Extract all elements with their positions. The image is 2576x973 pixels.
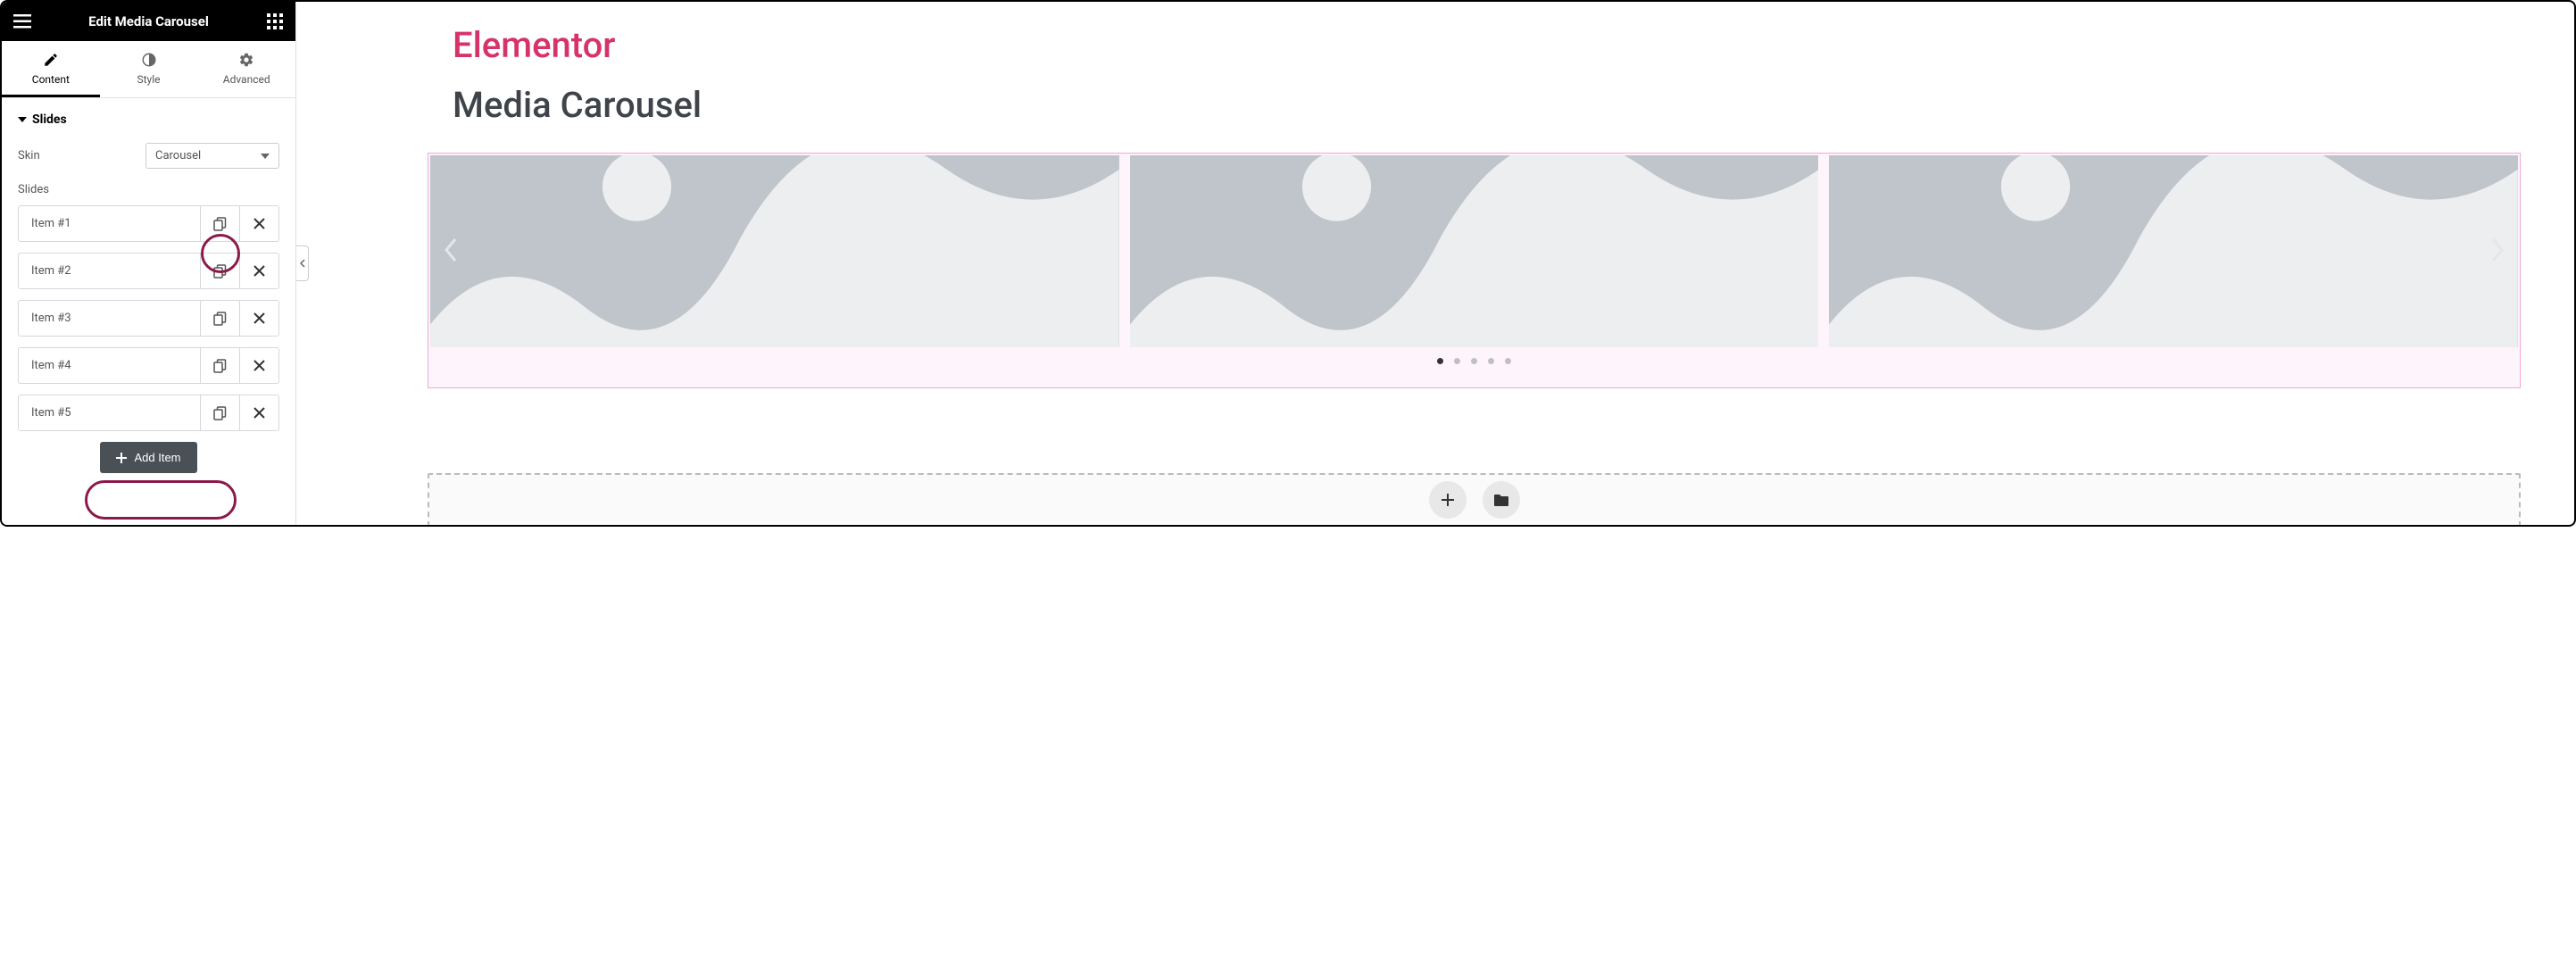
- close-icon: [253, 218, 265, 229]
- close-icon: [253, 407, 265, 419]
- chevron-right-icon: [2489, 237, 2505, 263]
- add-section-button[interactable]: [1429, 481, 1467, 519]
- editor-sidebar: Edit Media Carousel Content Style Advanc…: [2, 2, 296, 525]
- slide-repeater-item[interactable]: Item #5: [18, 395, 279, 431]
- add-item-label: Add Item: [134, 451, 180, 464]
- add-template-button[interactable]: [1483, 481, 1520, 519]
- slide-repeater-item[interactable]: Item #4: [18, 347, 279, 384]
- widget-title: Media Carousel: [453, 84, 2521, 126]
- chevron-left-icon: [443, 237, 459, 263]
- slides-repeater: Item #1 Item #2 Item #3 Item #4 Item #5: [18, 205, 279, 431]
- pagination-dot[interactable]: [1437, 358, 1443, 364]
- media-carousel-widget[interactable]: [428, 153, 2521, 388]
- close-icon: [253, 312, 265, 324]
- duplicate-button[interactable]: [200, 206, 239, 241]
- close-icon: [253, 265, 265, 277]
- slide-item-label[interactable]: Item #3: [19, 301, 200, 336]
- skin-select-value: Carousel: [155, 149, 201, 162]
- chevron-down-icon: [18, 117, 27, 122]
- slide-repeater-item[interactable]: Item #3: [18, 300, 279, 337]
- tab-content[interactable]: Content: [2, 41, 100, 97]
- carousel-slide[interactable]: [1130, 155, 1819, 347]
- duplicate-button[interactable]: [200, 395, 239, 430]
- skin-label: Skin: [18, 149, 40, 162]
- placeholder-image-icon: [430, 155, 1119, 347]
- carousel-pagination: [430, 358, 2518, 364]
- add-item-button[interactable]: Add Item: [100, 442, 196, 473]
- tab-content-label: Content: [32, 73, 70, 86]
- tab-style-label: Style: [137, 73, 161, 86]
- remove-button[interactable]: [239, 206, 278, 241]
- pagination-dot[interactable]: [1454, 358, 1460, 364]
- remove-button[interactable]: [239, 395, 278, 430]
- placeholder-image-icon: [1130, 155, 1819, 347]
- remove-button[interactable]: [239, 301, 278, 336]
- brand-title: Elementor: [453, 24, 2521, 66]
- copy-icon: [213, 359, 227, 373]
- duplicate-button[interactable]: [200, 348, 239, 383]
- plus-icon: [116, 453, 127, 463]
- add-section-zone[interactable]: [428, 473, 2521, 525]
- carousel-slide[interactable]: [1829, 155, 2518, 347]
- copy-icon: [213, 406, 227, 420]
- widgets-grid-icon[interactable]: [265, 12, 285, 31]
- content-panel: Slides Skin Carousel Slides Item #1 Item…: [2, 98, 295, 525]
- chevron-left-icon: [300, 259, 305, 268]
- remove-button[interactable]: [239, 348, 278, 383]
- carousel-prev-arrow[interactable]: [443, 237, 459, 267]
- duplicate-button[interactable]: [200, 301, 239, 336]
- copy-icon: [213, 264, 227, 279]
- slide-item-label[interactable]: Item #4: [19, 348, 200, 383]
- carousel-track: [430, 155, 2518, 347]
- section-slides-title: Slides: [32, 112, 67, 127]
- chevron-down-icon: [261, 154, 270, 159]
- folder-icon: [1493, 493, 1509, 507]
- pagination-dot[interactable]: [1505, 358, 1511, 364]
- carousel-slide[interactable]: [430, 155, 1119, 347]
- slide-repeater-item[interactable]: Item #2: [18, 253, 279, 289]
- slide-repeater-item[interactable]: Item #1: [18, 205, 279, 242]
- panel-collapse-handle[interactable]: [296, 245, 309, 281]
- slides-label: Slides: [18, 183, 279, 196]
- carousel-next-arrow[interactable]: [2489, 237, 2505, 267]
- preview-area: Elementor Media Carousel: [296, 2, 2574, 525]
- copy-icon: [213, 312, 227, 326]
- remove-button[interactable]: [239, 254, 278, 288]
- duplicate-button[interactable]: [200, 254, 239, 288]
- skin-select[interactable]: Carousel: [145, 143, 279, 169]
- plus-icon: [1441, 493, 1455, 507]
- slide-item-label[interactable]: Item #5: [19, 395, 200, 430]
- slide-item-label[interactable]: Item #2: [19, 254, 200, 288]
- copy-icon: [213, 217, 227, 231]
- menu-icon[interactable]: [12, 12, 32, 31]
- tab-style[interactable]: Style: [100, 41, 198, 97]
- pencil-icon: [43, 52, 59, 68]
- contrast-icon: [141, 52, 157, 68]
- sidebar-header: Edit Media Carousel: [2, 2, 295, 41]
- close-icon: [253, 360, 265, 371]
- editor-tabs: Content Style Advanced: [2, 41, 295, 98]
- section-slides-header[interactable]: Slides: [18, 112, 279, 127]
- pagination-dot[interactable]: [1488, 358, 1494, 364]
- slide-item-label[interactable]: Item #1: [19, 206, 200, 241]
- gear-icon: [238, 52, 254, 68]
- pagination-dot[interactable]: [1471, 358, 1477, 364]
- tab-advanced-label: Advanced: [223, 73, 270, 86]
- placeholder-image-icon: [1829, 155, 2518, 347]
- skin-field: Skin Carousel: [18, 143, 279, 169]
- panel-title: Edit Media Carousel: [88, 13, 209, 29]
- tab-advanced[interactable]: Advanced: [197, 41, 295, 97]
